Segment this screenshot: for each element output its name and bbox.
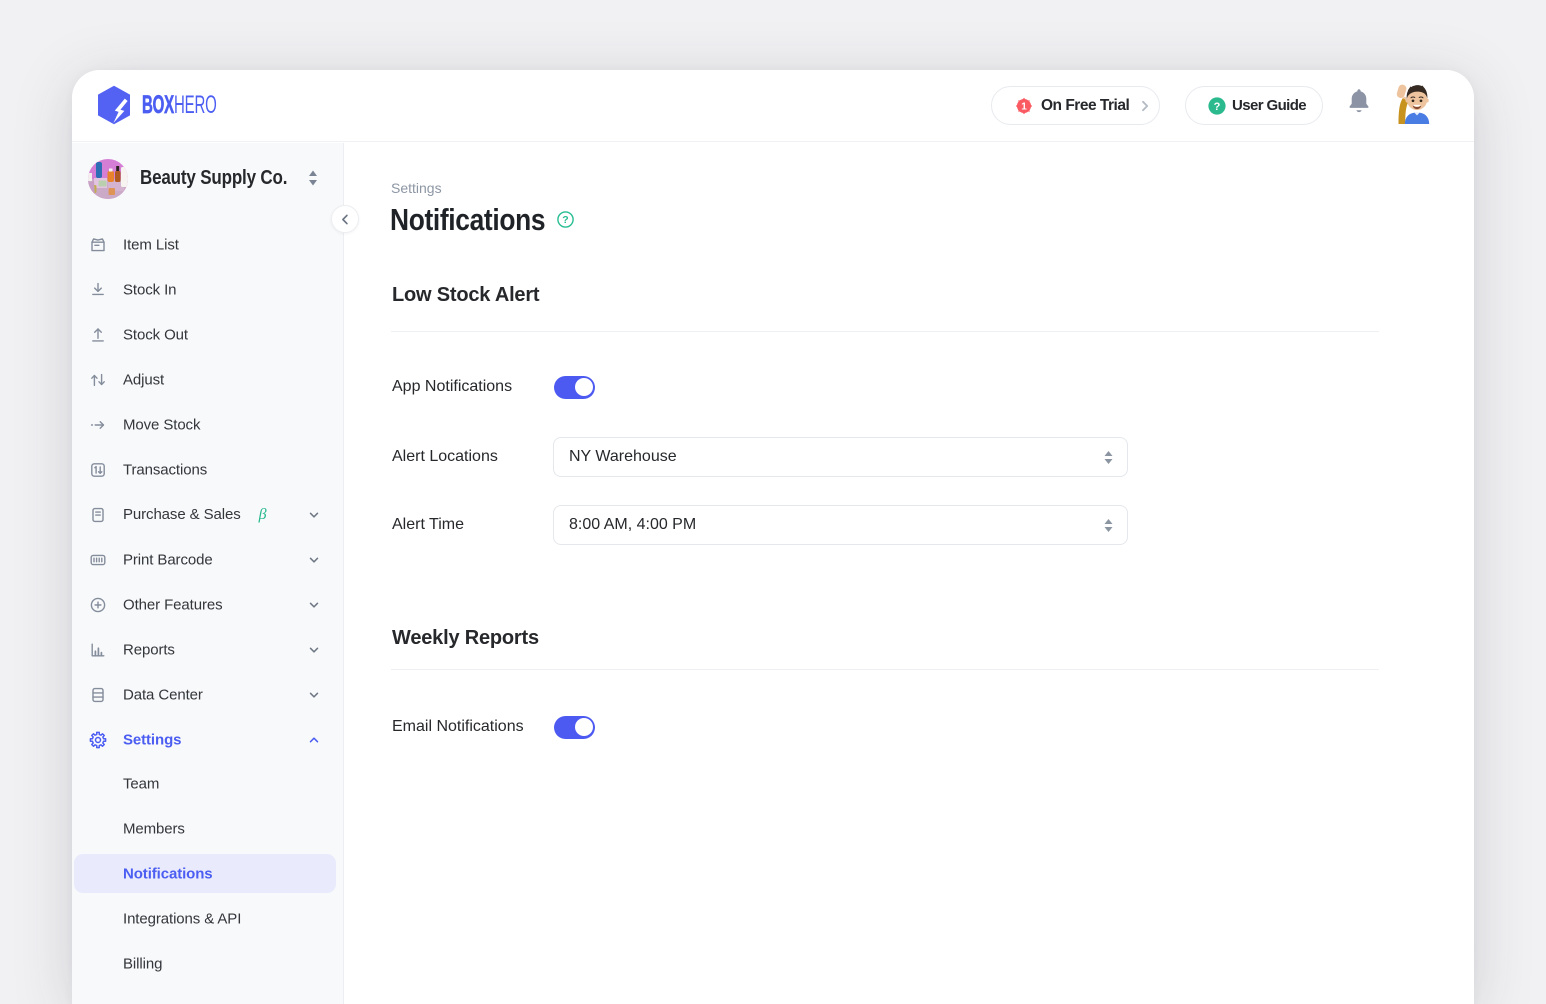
svg-text:?: ? bbox=[1214, 101, 1221, 113]
svg-text:1: 1 bbox=[1021, 101, 1027, 112]
svg-text:?: ? bbox=[562, 214, 568, 226]
